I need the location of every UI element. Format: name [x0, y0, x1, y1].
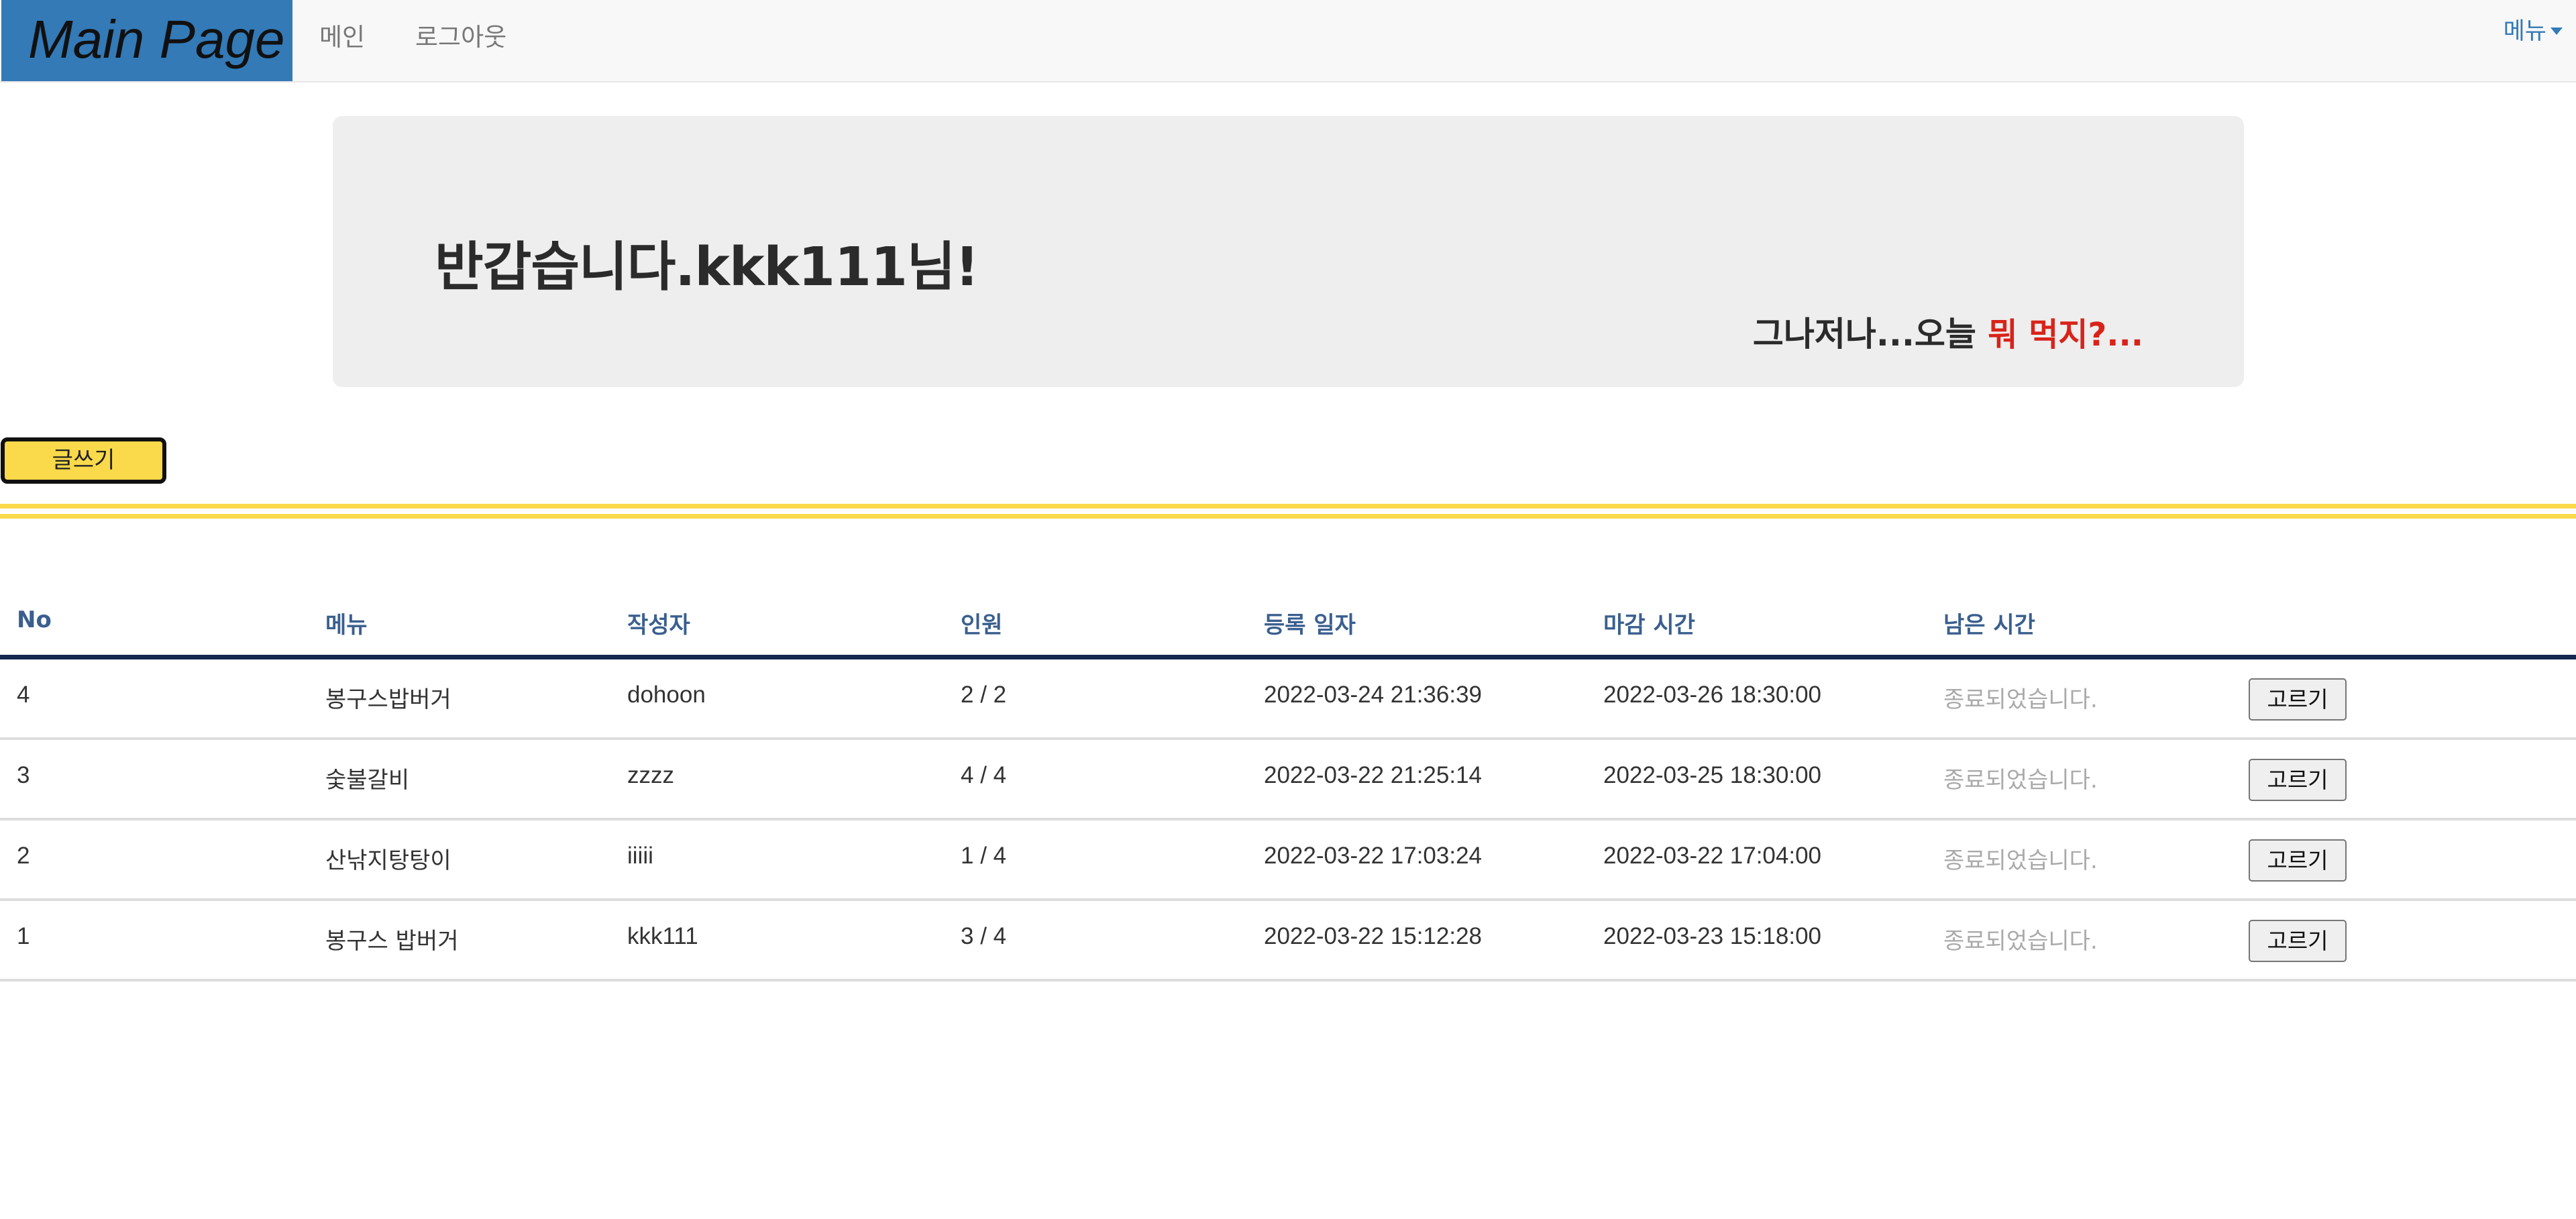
header-people: 인원	[961, 612, 1003, 639]
nav-link-logout[interactable]: 로그아웃	[415, 0, 506, 81]
menu-dropdown-label: 메뉴	[2503, 18, 2546, 45]
cell-remaining: 종료되었습니다.	[1943, 686, 2098, 713]
greeting-heading: 반갑습니다.kkk111님!	[435, 236, 979, 298]
tagline-prefix: 그나저나...오늘	[1752, 315, 1988, 354]
cell-deadline: 2022-03-23 15:18:00	[1603, 923, 1821, 949]
nav-link-main[interactable]: 메인	[319, 0, 365, 81]
header-deadline: 마감 시간	[1603, 612, 1695, 639]
cell-writer: zzzz	[627, 762, 674, 788]
cell-registered: 2022-03-22 15:12:28	[1264, 923, 1482, 949]
menu-dropdown[interactable]: 메뉴	[2504, 12, 2563, 46]
header-menu: 메뉴	[325, 612, 368, 639]
pick-button[interactable]: 고르기	[2249, 678, 2347, 721]
pick-button[interactable]: 고르기	[2249, 759, 2347, 801]
cell-no: 1	[17, 923, 30, 949]
cell-no: 3	[17, 762, 30, 788]
cell-people: 2 / 2	[961, 682, 1007, 708]
cell-people: 1 / 4	[961, 843, 1007, 869]
top-navbar: Main Page 메인 로그아웃 메뉴	[0, 0, 2576, 83]
cell-remaining: 종료되었습니다.	[1943, 928, 2098, 955]
header-registered: 등록 일자	[1264, 612, 1356, 639]
table-row[interactable]: 1 봉구스 밥버거 kkk111 3 / 4 2022-03-22 15:12:…	[0, 901, 2576, 982]
tagline-accent: 뭐 먹지?...	[1988, 316, 2143, 354]
cell-deadline: 2022-03-22 17:04:00	[1603, 843, 1821, 869]
welcome-jumbotron: 반갑습니다.kkk111님! 그나저나...오늘 뭐 먹지?...	[333, 116, 2244, 387]
cell-menu: 봉구스 밥버거	[325, 928, 459, 955]
cell-remaining: 종료되었습니다.	[1943, 767, 2098, 794]
cell-menu: 봉구스밥버거	[325, 686, 451, 713]
cell-writer: dohoon	[627, 682, 706, 708]
cell-people: 4 / 4	[961, 762, 1007, 788]
table-row[interactable]: 3 숯불갈비 zzzz 4 / 4 2022-03-22 21:25:14 20…	[0, 740, 2576, 820]
write-post-button[interactable]: 글쓰기	[1, 437, 166, 484]
cell-registered: 2022-03-24 21:36:39	[1264, 682, 1482, 708]
cell-remaining: 종료되었습니다.	[1943, 847, 2098, 874]
cell-registered: 2022-03-22 17:03:24	[1264, 843, 1482, 869]
cell-writer: iiiii	[627, 843, 653, 869]
header-remaining: 남은 시간	[1943, 612, 2035, 639]
table-row[interactable]: 2 산낚지탕탕이 iiiii 1 / 4 2022-03-22 17:03:24…	[0, 820, 2576, 901]
cell-menu: 산낚지탕탕이	[325, 847, 451, 874]
tagline: 그나저나...오늘 뭐 먹지?...	[1753, 307, 2143, 356]
header-writer: 작성자	[627, 612, 690, 639]
cell-writer: kkk111	[627, 923, 698, 949]
cell-menu: 숯불갈비	[325, 767, 410, 794]
header-no: No	[17, 606, 52, 633]
divider-line	[0, 514, 2576, 519]
pick-button[interactable]: 고르기	[2249, 839, 2347, 882]
cell-deadline: 2022-03-26 18:30:00	[1603, 682, 1821, 708]
cell-no: 2	[17, 843, 30, 869]
caret-down-icon	[2551, 28, 2563, 35]
table-row[interactable]: 4 봉구스밥버거 dohoon 2 / 2 2022-03-24 21:36:3…	[0, 659, 2576, 740]
cell-registered: 2022-03-22 21:25:14	[1264, 762, 1482, 788]
cell-people: 3 / 4	[961, 923, 1007, 949]
brand-link[interactable]: Main Page	[1, 0, 292, 81]
post-table: No 메뉴 작성자 인원 등록 일자 마감 시간 남은 시간 4 봉구스밥버거 …	[0, 590, 2576, 982]
table-header: No 메뉴 작성자 인원 등록 일자 마감 시간 남은 시간	[0, 590, 2576, 659]
divider-line	[0, 504, 2576, 509]
cell-deadline: 2022-03-25 18:30:00	[1603, 762, 1821, 788]
pick-button[interactable]: 고르기	[2249, 920, 2347, 962]
cell-no: 4	[17, 682, 30, 708]
